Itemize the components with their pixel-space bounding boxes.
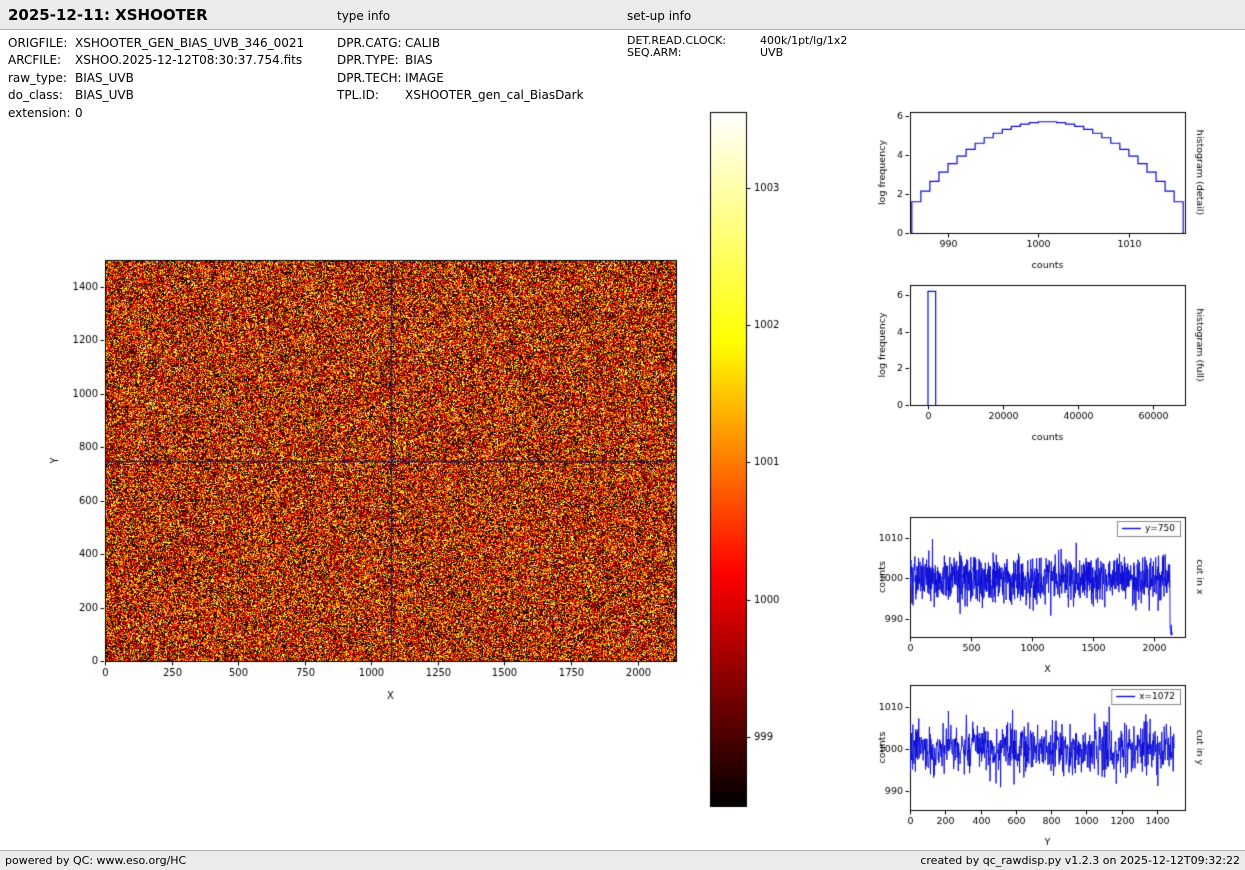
info-row-dpr-tech: DPR.TECH: IMAGE bbox=[337, 69, 584, 87]
info-label: TPL.ID: bbox=[337, 88, 379, 103]
type-info-heading: type info bbox=[337, 9, 391, 23]
setup-info-heading: set-up info bbox=[627, 9, 692, 23]
info-label: ARCFILE: bbox=[8, 53, 62, 68]
info-row-det-read-clock: DET.READ.CLOCK: 400k/1pt/lg/1x2 bbox=[627, 34, 847, 47]
info-label: DPR.CATG: bbox=[337, 35, 402, 50]
info-value: XSHOOTER_GEN_BIAS_UVB_346_0021 bbox=[75, 35, 305, 50]
info-value: BIAS_UVB bbox=[75, 88, 134, 103]
page-title: 2025-12-11: XSHOOTER bbox=[8, 6, 208, 24]
info-row-tpl-id: TPL.ID: XSHOOTER_gen_cal_BiasDark bbox=[337, 87, 584, 105]
header-bar: 2025-12-11: XSHOOTER type info set-up in… bbox=[0, 0, 1245, 30]
info-label: ORIGFILE: bbox=[8, 35, 68, 50]
info-row-do-class: do_class: BIAS_UVB bbox=[8, 87, 304, 105]
histogram-detail-plot bbox=[870, 95, 1242, 290]
info-value: 400k/1pt/lg/1x2 bbox=[760, 33, 848, 47]
file-info-block: ORIGFILE: XSHOOTER_GEN_BIAS_UVB_346_0021… bbox=[8, 34, 304, 122]
info-value: 0 bbox=[75, 105, 83, 120]
info-value: XSHOOTER_gen_cal_BiasDark bbox=[405, 88, 584, 103]
info-row-arcfile: ARCFILE: XSHOO.2025-12-12T08:30:37.754.f… bbox=[8, 52, 304, 70]
info-row-seq-arm: SEQ.ARM: UVB bbox=[627, 46, 847, 60]
cut-in-x-plot bbox=[870, 500, 1242, 695]
footer-left-text: powered by QC: www.eso.org/HC bbox=[5, 854, 187, 867]
info-row-dpr-type: DPR.TYPE: BIAS bbox=[337, 52, 584, 70]
info-value: CALIB bbox=[405, 35, 441, 50]
info-value: IMAGE bbox=[405, 70, 444, 85]
info-value: BIAS_UVB bbox=[75, 70, 134, 85]
info-row-extension: extension: 0 bbox=[8, 104, 304, 122]
cut-in-y-plot bbox=[870, 668, 1242, 868]
info-label: do_class: bbox=[8, 88, 63, 103]
footer-right-text: created by qc_rawdisp.py v1.2.3 on 2025-… bbox=[920, 854, 1240, 867]
info-value: UVB bbox=[760, 46, 784, 60]
info-value: BIAS bbox=[405, 53, 433, 68]
info-label: extension: bbox=[8, 105, 71, 120]
type-info-block: DPR.CATG: CALIB DPR.TYPE: BIAS DPR.TECH:… bbox=[337, 34, 584, 104]
bias-image-heatmap bbox=[30, 230, 710, 720]
info-label: DPR.TYPE: bbox=[337, 53, 399, 68]
info-row-raw-type: raw_type: BIAS_UVB bbox=[8, 69, 304, 87]
info-value: XSHOO.2025-12-12T08:30:37.754.fits bbox=[75, 53, 303, 68]
histogram-full-plot bbox=[870, 270, 1242, 465]
info-label: SEQ.ARM: bbox=[627, 46, 682, 60]
colorbar bbox=[690, 100, 820, 830]
info-label: raw_type: bbox=[8, 70, 67, 85]
info-label: DET.READ.CLOCK: bbox=[627, 33, 727, 47]
footer-bar: powered by QC: www.eso.org/HC created by… bbox=[0, 850, 1245, 870]
info-label: DPR.TECH: bbox=[337, 70, 402, 85]
info-row-origfile: ORIGFILE: XSHOOTER_GEN_BIAS_UVB_346_0021 bbox=[8, 34, 304, 52]
setup-info-block: DET.READ.CLOCK: 400k/1pt/lg/1x2 SEQ.ARM:… bbox=[627, 34, 847, 60]
info-row-dpr-catg: DPR.CATG: CALIB bbox=[337, 34, 584, 52]
